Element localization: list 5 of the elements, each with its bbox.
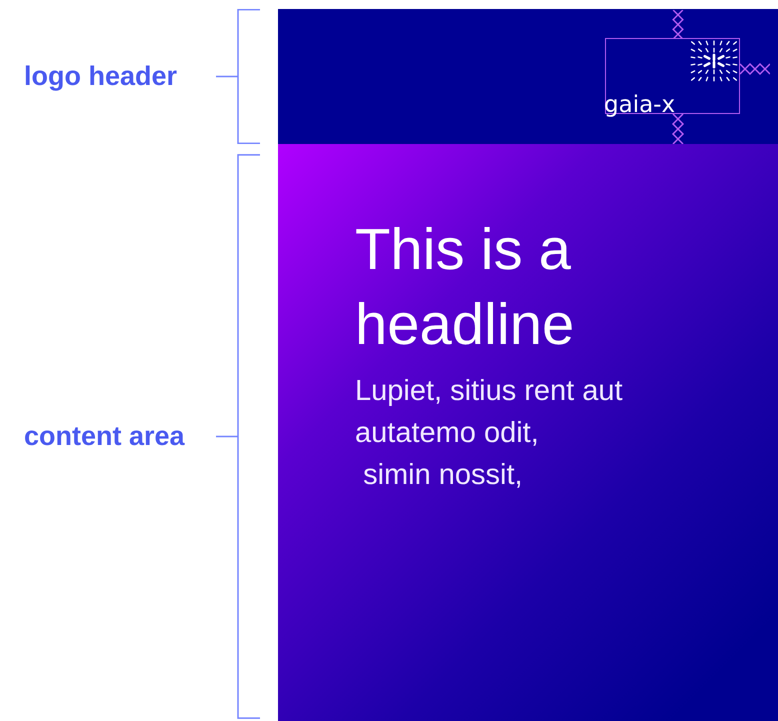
annotation-label: content area <box>23 421 186 452</box>
headline: This is a headline <box>355 216 576 359</box>
annotation-label: logo header <box>23 61 178 92</box>
burst-icon <box>689 39 739 83</box>
body-text: Lupiet, sitius rent aut autatemo odit, simin nossit, <box>355 374 624 493</box>
